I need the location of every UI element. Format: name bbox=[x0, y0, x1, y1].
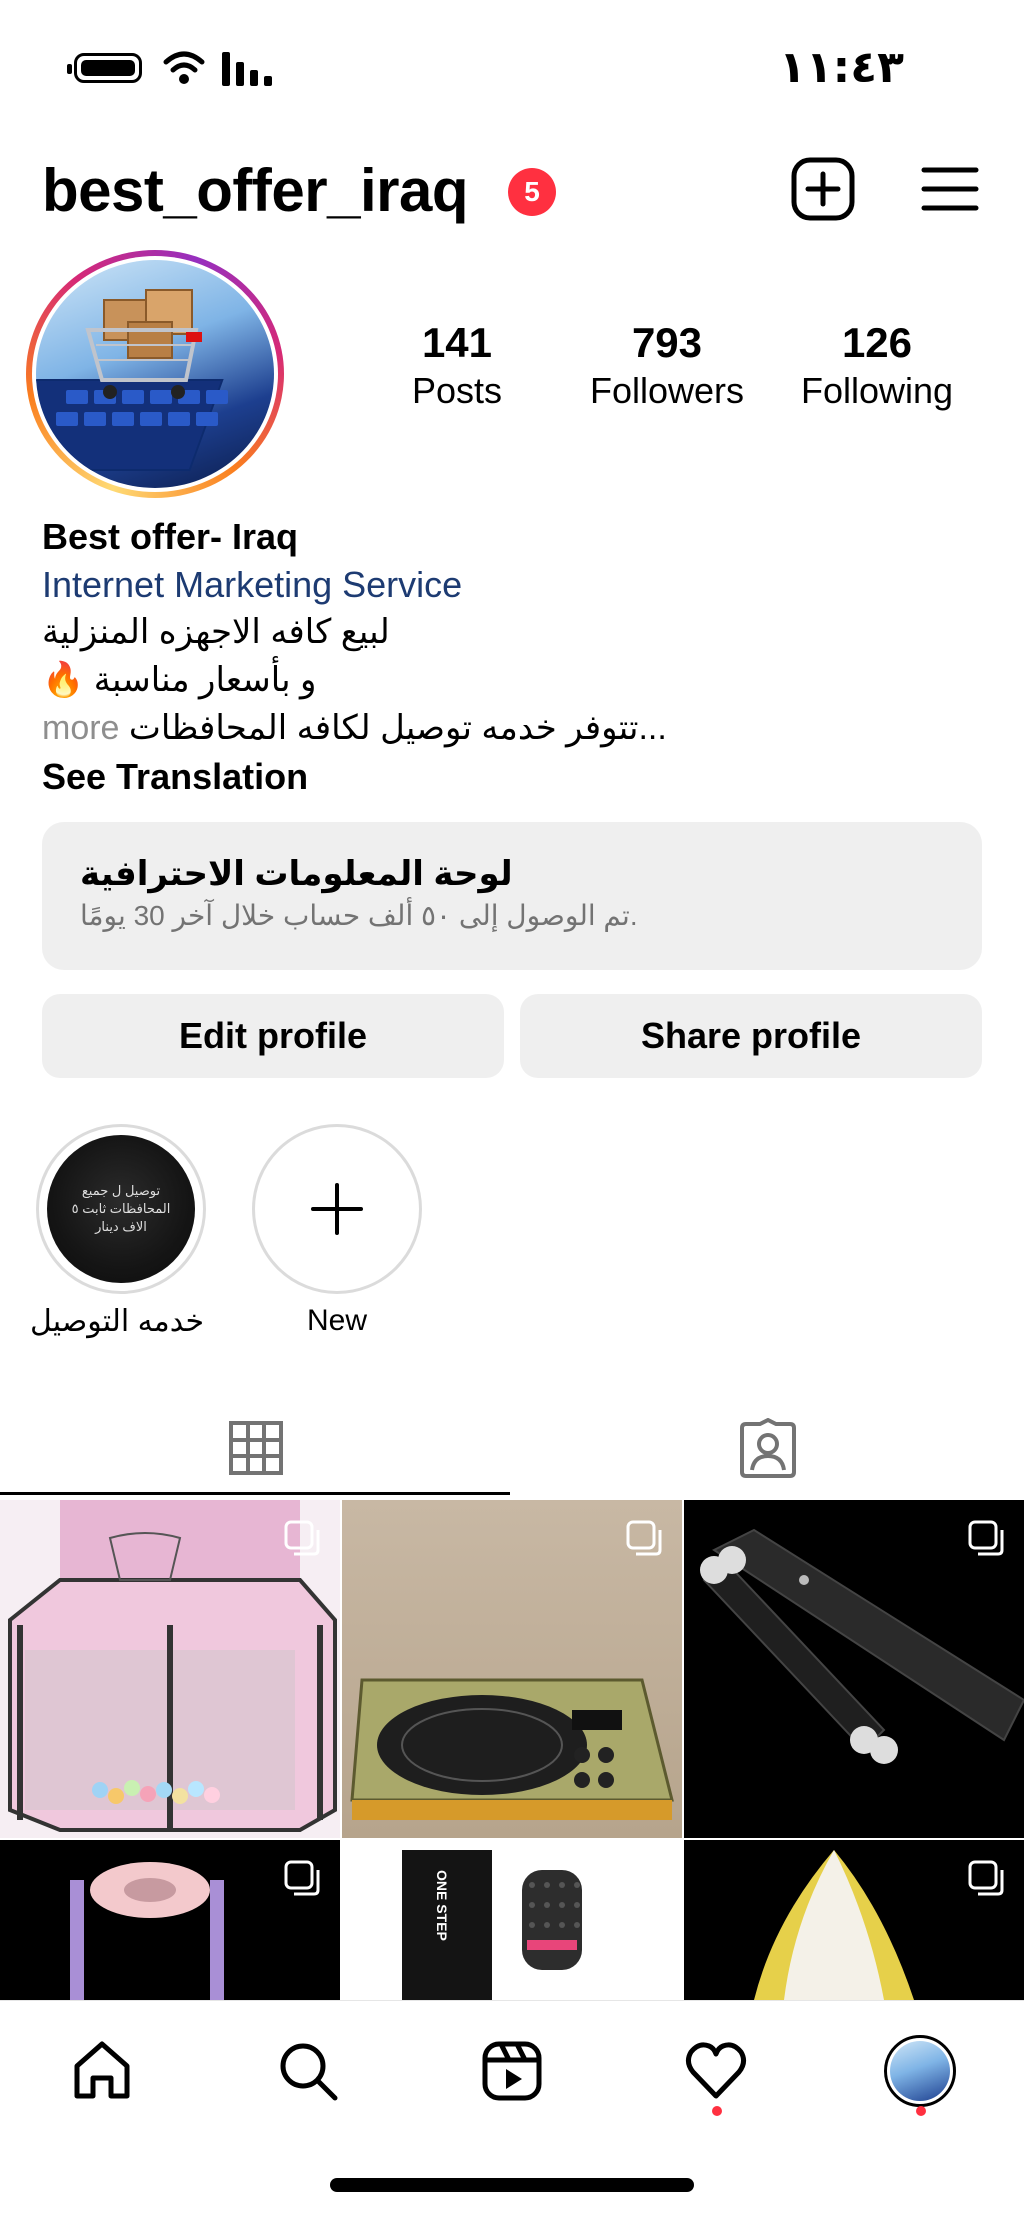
grid-icon bbox=[229, 1421, 283, 1475]
more-link[interactable]: more bbox=[42, 709, 119, 747]
cellular-signal-icon bbox=[222, 52, 272, 86]
profile-bio: Best offer- Iraq Internet Marketing Serv… bbox=[42, 512, 982, 802]
posts-label: Posts bbox=[411, 370, 503, 411]
profile-avatar[interactable] bbox=[26, 250, 284, 498]
reels-icon bbox=[482, 2041, 542, 2101]
carousel-icon bbox=[284, 1860, 320, 1896]
edit-profile-button[interactable]: Edit profile bbox=[42, 994, 504, 1078]
profile-avatar-small bbox=[884, 2035, 956, 2107]
followers-count[interactable]: 793 Followers bbox=[582, 318, 752, 414]
professional-dashboard-card[interactable]: لوحة المعلومات الاحترافية تم الوصول إلى … bbox=[42, 822, 982, 970]
status-time: ١١:٤٣ bbox=[778, 42, 904, 93]
search-icon bbox=[280, 2043, 338, 2101]
dashboard-subtitle: تم الوصول إلى ٥٠ ألف حساب خلال آخر 30 يو… bbox=[80, 900, 638, 931]
tab-posts-grid[interactable] bbox=[0, 1400, 512, 1496]
following-number: 126 bbox=[841, 319, 913, 366]
posts-number: 141 bbox=[421, 319, 493, 366]
hamburger-menu-icon[interactable] bbox=[920, 164, 980, 214]
battery-icon bbox=[67, 53, 142, 83]
heart-icon bbox=[685, 2042, 747, 2099]
tab-tagged[interactable] bbox=[512, 1400, 1024, 1496]
carousel-icon bbox=[626, 1860, 662, 1896]
highlight-label: New bbox=[306, 1304, 367, 1337]
highlight-cover: توصيل ل جميع المحافظات ثابت ٥ الاف دينار bbox=[36, 1124, 206, 1294]
post-thumbnail[interactable]: ONE STEP bbox=[342, 1840, 682, 2000]
product-box-label: ONE STEP bbox=[434, 1870, 450, 1941]
story-highlight[interactable]: توصيل ل جميع المحافظات ثابت ٥ الاف دينار… bbox=[30, 1124, 206, 1339]
bio-line-truncated[interactable]: more تتوفر خدمه توصيل لكافه المحافظات... bbox=[42, 704, 982, 752]
followers-label: Followers bbox=[589, 370, 745, 411]
avatar-image bbox=[36, 260, 274, 488]
notification-badge[interactable]: 5 bbox=[508, 168, 556, 216]
following-label: Following bbox=[800, 370, 954, 411]
new-highlight-button[interactable]: New bbox=[252, 1124, 422, 1338]
plus-icon bbox=[311, 1183, 363, 1235]
home-icon bbox=[74, 2041, 130, 2099]
nav-home[interactable] bbox=[62, 2031, 142, 2111]
bio-line: تتوفر خدمه توصيل لكافه المحافظات... bbox=[128, 709, 667, 747]
nav-search[interactable] bbox=[268, 2031, 348, 2111]
display-name: Best offer- Iraq bbox=[42, 516, 299, 557]
carousel-icon bbox=[968, 1520, 1004, 1556]
nav-reels[interactable] bbox=[472, 2031, 552, 2111]
active-tab-indicator bbox=[0, 1492, 510, 1495]
carousel-icon bbox=[284, 1520, 320, 1556]
status-bar: ١١:٤٣ bbox=[0, 0, 1024, 130]
category-label[interactable]: Internet Marketing Service bbox=[42, 562, 982, 608]
bio-line: لبيع كافه الاجهزه المنزلية bbox=[42, 613, 390, 651]
post-thumbnail[interactable] bbox=[0, 1500, 340, 1838]
post-thumbnail[interactable] bbox=[684, 1500, 1024, 1838]
highlight-label: خدمه التوصيل bbox=[29, 1305, 205, 1338]
nav-profile[interactable] bbox=[880, 2031, 960, 2111]
profile-notification-dot bbox=[916, 2106, 926, 2116]
dashboard-title: لوحة المعلومات الاحترافية bbox=[80, 855, 513, 893]
nav-activity[interactable] bbox=[676, 2031, 756, 2111]
post-thumbnail[interactable] bbox=[342, 1500, 682, 1838]
following-count[interactable]: 126 Following bbox=[792, 318, 962, 414]
username-switcher[interactable]: best_offer_iraq bbox=[42, 156, 468, 225]
post-thumbnail[interactable] bbox=[0, 1840, 340, 2000]
create-post-button[interactable] bbox=[790, 156, 856, 222]
wifi-icon bbox=[163, 51, 205, 84]
home-indicator[interactable] bbox=[330, 2178, 694, 2192]
followers-number: 793 bbox=[631, 319, 703, 366]
bio-line: و بأسعار مناسبة 🔥 bbox=[42, 661, 317, 699]
carousel-icon bbox=[968, 1860, 1004, 1896]
see-translation-link[interactable]: See Translation bbox=[42, 752, 982, 802]
posts-count[interactable]: 141 Posts bbox=[372, 318, 542, 414]
share-profile-button[interactable]: Share profile bbox=[520, 994, 982, 1078]
highlight-cover-text: توصيل ل جميع المحافظات ثابت ٥ الاف دينار bbox=[71, 1183, 171, 1234]
activity-notification-dot bbox=[712, 2106, 722, 2116]
tagged-icon bbox=[740, 1418, 796, 1478]
carousel-icon bbox=[626, 1520, 662, 1556]
profile-header: best_offer_iraq 5 bbox=[0, 150, 1024, 230]
posts-grid: ONE STEP bbox=[0, 1500, 1024, 2000]
post-thumbnail[interactable] bbox=[684, 1840, 1024, 2000]
